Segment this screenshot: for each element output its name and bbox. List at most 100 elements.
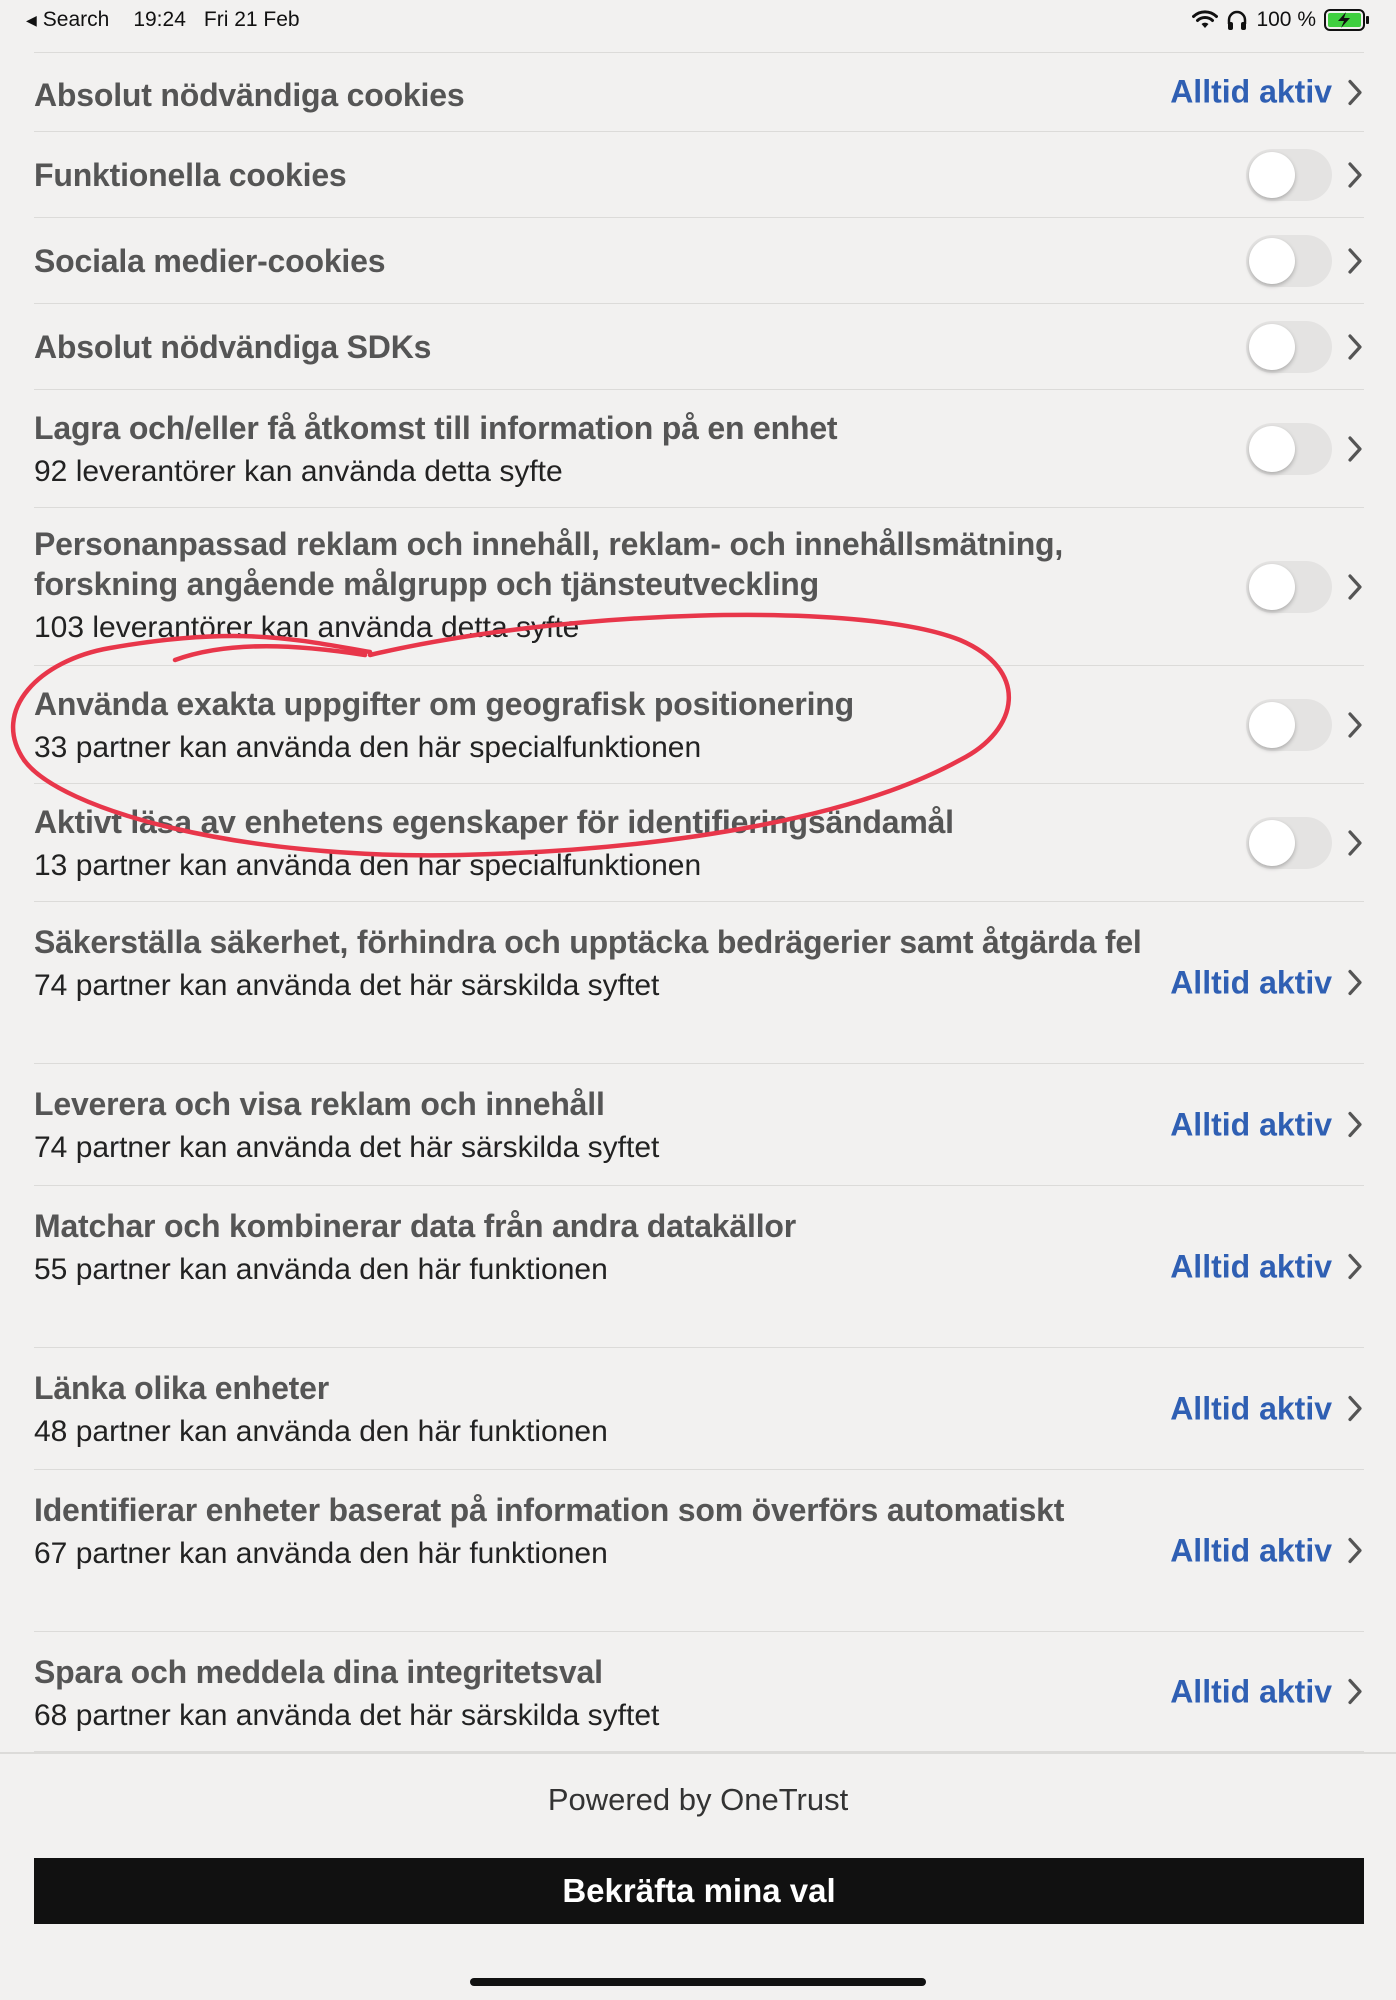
row-title: Spara och meddela dina integritetsval: [34, 1654, 603, 1690]
battery-charging-icon: [1324, 9, 1369, 31]
consent-row[interactable]: Använda exakta uppgifter om geografisk p…: [34, 666, 1364, 784]
chevron-right-icon[interactable]: [1346, 1394, 1364, 1424]
row-text: Lagra och/eller få åtkomst till informat…: [34, 408, 1214, 492]
row-text: Spara och meddela dina integritetsval 68 …: [34, 1652, 1214, 1736]
chevron-right-icon[interactable]: [1346, 434, 1364, 464]
status-time: 19:24: [133, 8, 186, 31]
wifi-icon: [1192, 10, 1219, 28]
consent-row[interactable]: Leverera och visa reklam och innehåll 74 …: [34, 1064, 1364, 1186]
consent-row[interactable]: Säkerställa säkerhet, förhindra och uppt…: [34, 902, 1364, 1064]
powered-by-text: Powered by OneTrust: [547, 1782, 849, 1817]
always-active-label[interactable]: Alltid aktiv: [1170, 74, 1332, 111]
toggle-knob: [1249, 237, 1295, 284]
consent-row[interactable]: Lagra och/eller få åtkomst till informat…: [34, 390, 1364, 508]
row-text: Absolut nödvändiga cookies: [34, 75, 1214, 115]
row-control: [1246, 698, 1364, 751]
chevron-right-icon[interactable]: [1346, 1677, 1364, 1707]
consent-toggle[interactable]: [1246, 422, 1332, 475]
chevron-right-icon[interactable]: [1346, 968, 1364, 998]
row-control: [1246, 560, 1364, 613]
row-text: Matchar och kombinerar data från andra d…: [34, 1206, 1214, 1290]
row-control: [1246, 148, 1364, 201]
row-control: Alltid aktiv: [1170, 1106, 1364, 1143]
row-text: Använda exakta uppgifter om geografisk p…: [34, 684, 1214, 768]
row-title: Identifierar enheter baserat på informat…: [34, 1492, 1065, 1528]
chevron-right-icon[interactable]: [1346, 1252, 1364, 1282]
toggle-knob: [1249, 819, 1295, 866]
consent-row[interactable]: Sociala medier-cookies: [34, 218, 1364, 304]
chevron-right-icon[interactable]: [1346, 332, 1364, 362]
row-title: Matchar och kombinerar data från andra d…: [34, 1208, 796, 1244]
status-date: Fri 21 Feb: [203, 8, 300, 31]
row-text: Sociala medier-cookies: [34, 241, 1214, 281]
chevron-right-icon[interactable]: [1346, 77, 1364, 107]
row-title: Leverera och visa reklam och innehåll: [34, 1086, 605, 1122]
consent-toggle[interactable]: [1246, 148, 1332, 201]
row-subtitle: 92 leverantörer kan använda detta syfte: [34, 455, 563, 488]
row-subtitle: 103 leverantörer kan använda detta syfte: [34, 611, 580, 644]
chevron-right-icon[interactable]: [1346, 828, 1364, 858]
chevron-right-icon[interactable]: [1346, 572, 1364, 602]
row-title: Funktionella cookies: [34, 157, 347, 193]
consent-row[interactable]: Funktionella cookies: [34, 132, 1364, 218]
row-subtitle: 74 partner kan använda det här särskilda…: [34, 1131, 660, 1164]
row-control: [1246, 320, 1364, 373]
row-text: Funktionella cookies: [34, 155, 1214, 195]
consent-row[interactable]: Absolut nödvändiga cookies Alltid aktiv: [34, 52, 1364, 132]
consent-row[interactable]: Spara och meddela dina integritetsval 68 …: [34, 1632, 1364, 1752]
consent-row[interactable]: Identifierar enheter baserat på informat…: [34, 1470, 1364, 1632]
row-text: Identifierar enheter baserat på informat…: [34, 1490, 1214, 1574]
row-control: [1246, 234, 1364, 287]
row-title: Personanpassad reklam och innehåll, rekl…: [34, 526, 1064, 602]
always-active-label[interactable]: Alltid aktiv: [1170, 1532, 1332, 1569]
consent-row[interactable]: Aktivt läsa av enhetens egenskaper för i…: [34, 784, 1364, 902]
headphones-icon: [1228, 10, 1247, 30]
row-title: Aktivt läsa av enhetens egenskaper för i…: [34, 804, 954, 840]
status-right: 100 %: [1192, 8, 1370, 32]
row-title: Använda exakta uppgifter om geografisk p…: [34, 686, 854, 722]
chevron-right-icon[interactable]: [1346, 246, 1364, 276]
row-title: Sociala medier-cookies: [34, 243, 386, 279]
row-subtitle: 13 partner kan använda den här specialfu…: [34, 849, 702, 882]
row-subtitle: 55 partner kan använda den här funktione…: [34, 1253, 608, 1286]
status-left: ◀ Search 19:24 Fri 21 Feb: [26, 8, 300, 32]
consent-row[interactable]: Matchar och kombinerar data från andra d…: [34, 1186, 1364, 1348]
row-control: Alltid aktiv: [1170, 74, 1364, 111]
row-text: Länka olika enheter 48 partner kan använd…: [34, 1368, 1214, 1452]
toggle-knob: [1249, 563, 1295, 610]
chevron-right-icon[interactable]: [1346, 1536, 1364, 1566]
home-indicator[interactable]: [470, 1978, 926, 1986]
chevron-right-icon[interactable]: [1346, 1110, 1364, 1140]
row-subtitle: 74 partner kan använda det här särskilda…: [34, 969, 660, 1002]
consent-row[interactable]: Länka olika enheter 48 partner kan använd…: [34, 1348, 1364, 1470]
chevron-right-icon[interactable]: [1346, 710, 1364, 740]
chevron-right-icon[interactable]: [1346, 160, 1364, 190]
toggle-knob: [1249, 701, 1295, 748]
always-active-label[interactable]: Alltid aktiv: [1170, 1673, 1332, 1710]
row-control: Alltid aktiv: [1170, 1673, 1364, 1710]
row-control: Alltid aktiv: [1170, 964, 1364, 1001]
back-to-app-label[interactable]: Search: [43, 8, 110, 32]
battery-percent: 100 %: [1256, 8, 1316, 31]
row-title: Absolut nödvändiga SDKs: [34, 329, 432, 365]
consent-toggle[interactable]: [1246, 234, 1332, 287]
row-control: Alltid aktiv: [1170, 1248, 1364, 1285]
row-subtitle: 67 partner kan använda den här funktione…: [34, 1537, 608, 1570]
always-active-label[interactable]: Alltid aktiv: [1170, 964, 1332, 1001]
always-active-label[interactable]: Alltid aktiv: [1170, 1106, 1332, 1143]
toggle-knob: [1249, 151, 1295, 198]
consent-toggle[interactable]: [1246, 816, 1332, 869]
status-bar: ◀ Search 19:24 Fri 21 Feb 100 %: [0, 0, 1396, 44]
consent-toggle[interactable]: [1246, 560, 1332, 613]
row-control: Alltid aktiv: [1170, 1390, 1364, 1427]
confirm-choices-button[interactable]: Bekräfta mina val: [34, 1858, 1364, 1924]
consent-row[interactable]: Personanpassad reklam och innehåll, rekl…: [34, 508, 1364, 666]
consent-toggle[interactable]: [1246, 698, 1332, 751]
always-active-label[interactable]: Alltid aktiv: [1170, 1390, 1332, 1427]
consent-row[interactable]: Absolut nödvändiga SDKs: [34, 304, 1364, 390]
footer-divider: [0, 1752, 1396, 1754]
row-title: Säkerställa säkerhet, förhindra och uppt…: [34, 924, 1142, 960]
always-active-label[interactable]: Alltid aktiv: [1170, 1248, 1332, 1285]
consent-toggle[interactable]: [1246, 320, 1332, 373]
back-arrow-icon[interactable]: ◀: [26, 12, 37, 29]
